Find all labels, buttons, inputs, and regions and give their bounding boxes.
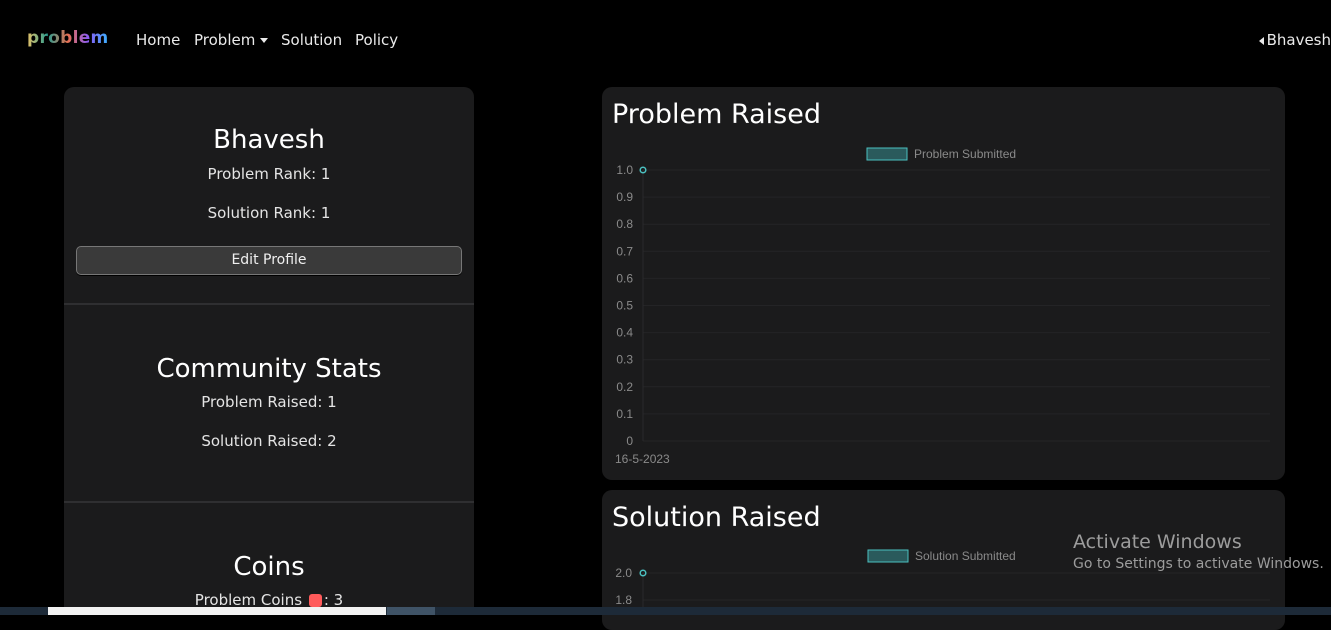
taskbar-app-item[interactable] <box>387 607 435 615</box>
nav-problem-dropdown[interactable]: Problem <box>194 31 269 49</box>
taskbar <box>0 607 1331 615</box>
y-tick-label: 0.5 <box>616 299 633 313</box>
y-tick-label: 0.1 <box>616 407 633 421</box>
y-tick-label: 0.9 <box>616 190 633 204</box>
problem-rank: Problem Rank: 1 <box>207 165 331 183</box>
problem-raised-card: Problem Raised Problem Submitted 1.0 0.9 0.… <box>602 87 1285 480</box>
nav-policy[interactable]: Policy <box>355 31 398 49</box>
problem-raised-chart: Problem Submitted 1.0 0.9 0.8 0.7 0.6 0.5 0.4 0.… <box>615 147 1270 466</box>
nav-problem-label: Problem <box>194 31 256 49</box>
solution-rank: Solution Rank: 1 <box>207 204 331 222</box>
y-tick-label: 0.3 <box>616 353 633 367</box>
divider <box>64 501 474 503</box>
caret-down-icon <box>260 38 269 43</box>
profile-card: Bhavesh Problem Rank: 1 Solution Rank: 1… <box>64 87 474 615</box>
edit-profile-button[interactable]: Edit Profile <box>76 246 462 275</box>
y-tick-label: 1.8 <box>615 593 632 607</box>
legend-label: Solution Submitted <box>915 549 1016 563</box>
taskbar-search-box[interactable] <box>48 607 386 615</box>
y-tick-label: 0.7 <box>616 244 633 258</box>
activate-windows-subtitle: Go to Settings to activate Windows. <box>1073 556 1324 572</box>
activate-windows-title: Activate Windows <box>1073 531 1242 553</box>
coins-section: Coins Problem Coins : 3 <box>64 552 474 609</box>
x-tick-label: 16-5-2023 <box>615 452 670 466</box>
legend-swatch <box>866 147 908 161</box>
user-menu[interactable]: Bhavesh <box>1258 31 1331 49</box>
nav-home[interactable]: Home <box>136 31 180 49</box>
community-title: Community Stats <box>156 354 382 384</box>
y-tick-label: 0.6 <box>616 271 633 285</box>
legend-swatch <box>867 549 909 563</box>
brand-logo[interactable]: problem <box>27 28 109 48</box>
y-tick-label: 0.8 <box>616 217 633 231</box>
legend-label: Problem Submitted <box>914 147 1016 161</box>
profile-section: Bhavesh Problem Rank: 1 Solution Rank: 1 <box>64 125 474 222</box>
navbar: problem Home Problem Solution Policy Bha… <box>0 0 1331 80</box>
y-tick-label: 0 <box>626 434 633 448</box>
coins-title: Coins <box>233 552 305 582</box>
caret-left-icon <box>1258 36 1264 45</box>
y-tick-label: 1.0 <box>616 163 633 177</box>
coin-icon <box>308 594 322 607</box>
y-tick-label: 2.0 <box>615 566 632 580</box>
activate-windows-watermark: Activate Windows Go to Settings to activ… <box>1073 531 1324 572</box>
user-name: Bhavesh <box>1266 31 1331 49</box>
y-tick-label: 0.2 <box>616 380 633 394</box>
y-tick-label: 0.4 <box>616 326 633 340</box>
community-section: Community Stats Problem Raised: 1 Soluti… <box>64 354 474 450</box>
profile-name: Bhavesh <box>213 125 325 155</box>
divider <box>64 303 474 305</box>
community-problem-raised: Problem Raised: 1 <box>201 393 337 411</box>
community-solution-raised: Solution Raised: 2 <box>201 432 337 450</box>
nav-solution[interactable]: Solution <box>281 31 342 49</box>
